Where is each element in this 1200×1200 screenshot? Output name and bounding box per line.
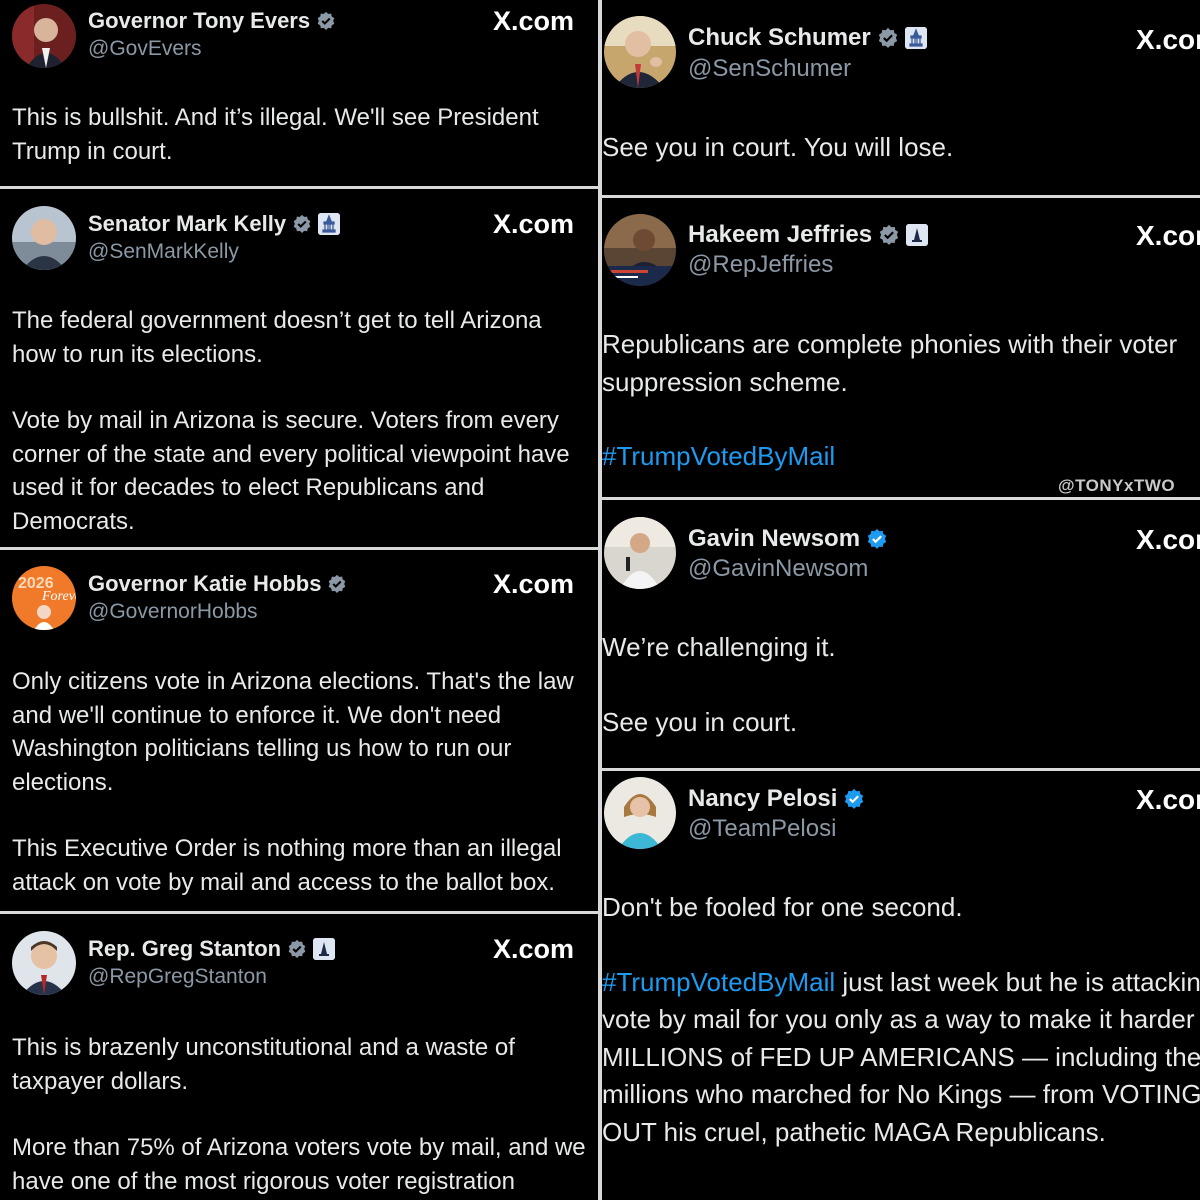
display-name[interactable]: Senator Mark Kelly: [88, 211, 286, 237]
user-handle[interactable]: @RepGregStanton: [88, 965, 267, 989]
tweet-card-evers[interactable]: Governor Tony Evers @GovEvers X.com This…: [0, 0, 598, 186]
tweet-card-hobbs[interactable]: 2026Forever Governor Katie Hobbs @Govern…: [0, 550, 598, 911]
blue-check-icon: [845, 788, 864, 809]
tweet-text: Only citizens vote in Arizona elections.…: [12, 668, 574, 796]
tweet-text: The federal government doesn’t get to te…: [12, 307, 542, 368]
avatar[interactable]: [12, 206, 76, 270]
user-handle[interactable]: @TeamPelosi: [688, 815, 836, 843]
tweet-body: We’re challenging it. See you in court.: [602, 629, 1200, 741]
capitol-flag-icon: [318, 213, 341, 235]
tweet-text: More than 75% of Arizona voters vote by …: [12, 1134, 586, 1195]
tweet-body: Don't be fooled for one second. #TrumpVo…: [602, 889, 1200, 1151]
right-column: Chuck Schumer @SenSchumer X.com See you …: [602, 0, 1200, 1200]
tweet-body: This is brazenly unconstitutional and a …: [12, 1031, 588, 1198]
capitol-flag-icon: [906, 224, 929, 246]
user-handle[interactable]: @GovEvers: [88, 37, 202, 61]
tweet-card-schumer[interactable]: Chuck Schumer @SenSchumer X.com See you …: [602, 0, 1200, 195]
hashtag-link[interactable]: #TrumpVotedByMail: [602, 967, 835, 997]
user-handle[interactable]: @RepJeffries: [688, 251, 833, 279]
xcom-label: X.com: [1136, 784, 1200, 815]
capitol-flag-icon: [904, 27, 927, 49]
user-handle[interactable]: @GavinNewsom: [688, 555, 868, 583]
user-handle[interactable]: @SenSchumer: [688, 55, 851, 83]
user-handle[interactable]: @GovernorHobbs: [88, 600, 258, 624]
xcom-label: X.com: [1136, 220, 1200, 251]
tweet-text: Don't be fooled for one second.: [602, 892, 963, 922]
gray-check-icon: [329, 574, 346, 593]
tweet-text: See you in court.: [602, 706, 798, 737]
avatar[interactable]: [604, 16, 676, 88]
tweet-text: Vote by mail in Arizona is secure. Voter…: [12, 407, 570, 535]
watermark: @TONYxTWO: [1058, 476, 1176, 495]
display-name[interactable]: Hakeem Jeffries: [688, 221, 872, 249]
tweet-text: Republicans are complete phonies with th…: [602, 329, 1178, 397]
display-name[interactable]: Rep. Greg Stanton: [88, 936, 281, 962]
blue-check-icon: [867, 528, 887, 549]
tweet-text: We’re challenging it.: [602, 632, 836, 662]
tweet-text: #TrumpVotedByMail just last week but he …: [602, 964, 1200, 1152]
avatar[interactable]: [604, 517, 676, 589]
tweet-card-stanton[interactable]: Rep. Greg Stanton @RepGregStanton X.com …: [0, 914, 598, 1200]
avatar[interactable]: 2026Forever: [12, 566, 76, 630]
capitol-flag-icon: [313, 938, 336, 960]
svg-text:Forever: Forever: [41, 589, 76, 604]
gray-check-icon: [879, 224, 899, 245]
display-name[interactable]: Governor Tony Evers: [88, 8, 310, 34]
tweet-text: This Executive Order is nothing more tha…: [12, 835, 562, 896]
gray-check-icon: [317, 11, 335, 31]
avatar[interactable]: [604, 214, 676, 286]
gray-check-icon: [288, 939, 306, 958]
tweet-body: The federal government doesn’t get to te…: [12, 304, 588, 538]
xcom-label: X.com: [1136, 24, 1200, 55]
gray-check-icon: [293, 214, 311, 233]
display-name[interactable]: Governor Katie Hobbs: [88, 571, 321, 597]
xcom-label: X.com: [492, 209, 574, 239]
tweet-card-kelly[interactable]: Senator Mark Kelly @SenMarkKelly X.com T…: [0, 189, 598, 547]
avatar[interactable]: [12, 931, 76, 995]
tweet-body: This is bullshit. And it’s illegal. We'l…: [12, 101, 588, 168]
avatar[interactable]: [604, 777, 676, 849]
tweet-card-newsom[interactable]: Gavin Newsom @GavinNewsom X.com We’re ch…: [602, 500, 1200, 768]
display-name[interactable]: Nancy Pelosi: [688, 785, 837, 813]
tweet-card-jeffries[interactable]: Hakeem Jeffries @RepJeffries X.com Repub…: [602, 198, 1200, 497]
left-column: Governor Tony Evers @GovEvers X.com This…: [0, 0, 598, 1200]
display-name[interactable]: Chuck Schumer: [688, 24, 871, 52]
tweet-text: See you in court. You will lose.: [602, 132, 954, 162]
display-name[interactable]: Gavin Newsom: [688, 525, 860, 553]
tweet-card-pelosi[interactable]: Nancy Pelosi @TeamPelosi X.com Don't be …: [602, 771, 1200, 1200]
gray-check-icon: [878, 27, 897, 48]
avatar[interactable]: [12, 4, 76, 68]
tweet-text: This is brazenly unconstitutional and a …: [12, 1034, 515, 1095]
xcom-label: X.com: [492, 934, 574, 964]
xcom-label: X.com: [1136, 524, 1200, 555]
tweet-body: Republicans are complete phonies with th…: [602, 326, 1200, 476]
xcom-label: X.com: [492, 6, 574, 36]
xcom-label: X.com: [492, 569, 574, 599]
hashtag-link[interactable]: #TrumpVotedByMail: [602, 438, 1200, 476]
user-handle[interactable]: @SenMarkKelly: [88, 240, 239, 264]
tweet-text: This is bullshit. And it’s illegal. We'l…: [12, 104, 539, 165]
tweet-body: Only citizens vote in Arizona elections.…: [12, 665, 588, 899]
tweet-body: See you in court. You will lose.: [602, 129, 1200, 167]
